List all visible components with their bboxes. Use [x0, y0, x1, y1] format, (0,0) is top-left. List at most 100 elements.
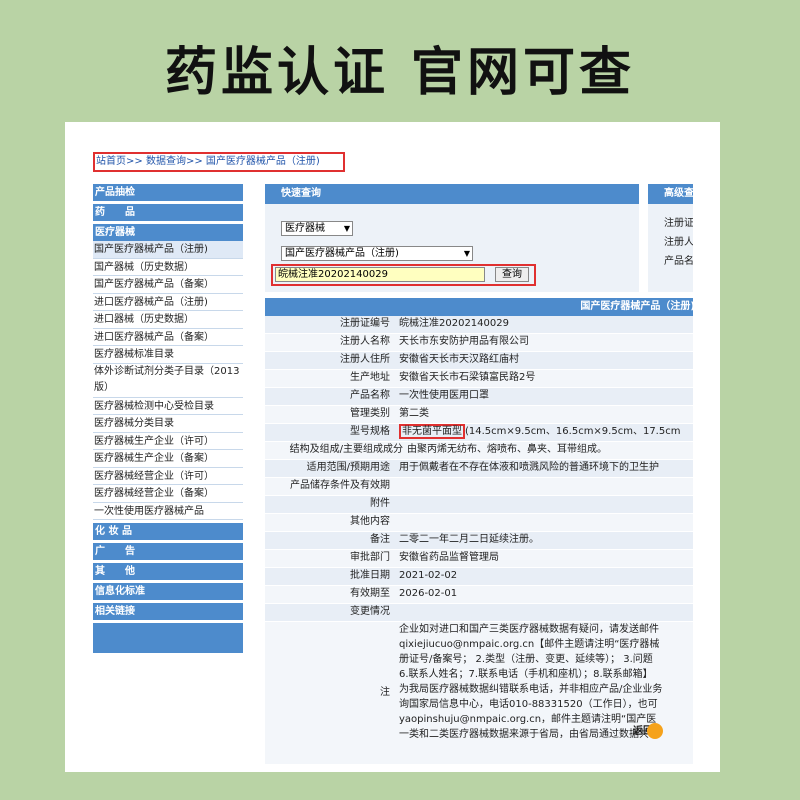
model-highlight: 非无菌平面型 — [399, 424, 465, 439]
detail-label: 产品储存条件及有效期 — [265, 478, 395, 495]
back-button[interactable]: 返回 — [625, 722, 663, 742]
detail-label: 注册人名称 — [265, 334, 395, 351]
quick-search-title: 快速查询 — [265, 184, 639, 204]
sidebar-item-distributor-license[interactable]: 医疗器械经营企业（许可） — [93, 468, 243, 485]
detail-value: 2021-02-02 — [395, 568, 693, 585]
detail-label: 注册人住所 — [265, 352, 395, 369]
sidebar-item-standards[interactable]: 医疗器械标准目录 — [93, 346, 243, 364]
sidebar-item-import-history[interactable]: 进口器械（历史数据） — [93, 311, 243, 329]
detail-row-production-address: 生产地址 安徽省天长市石梁镇富民路2号 — [265, 370, 693, 388]
advanced-field-label: 注册证 — [664, 218, 693, 229]
detail-label: 其他内容 — [265, 514, 395, 531]
detail-label: 型号规格 — [265, 424, 395, 441]
detail-row-changes: 变更情况 — [265, 604, 693, 622]
sidebar-section-ads[interactable]: 广 告 — [93, 543, 243, 560]
product-detail-table: 国产医疗器械产品（注册) 注册证编号 皖械注准20202140029 注册人名称天… — [265, 298, 693, 765]
detail-title: 国产医疗器械产品（注册) — [265, 298, 693, 316]
chevron-down-icon: ▼ — [463, 249, 470, 258]
detail-row-category: 管理类别 第二类 — [265, 406, 693, 424]
detail-value: 用于佩戴者在不存在体液和喷溅风险的普通环境下的卫生护 — [395, 460, 693, 477]
browser-viewport: 站首页>> 数据查询>> 国产医疗器械产品（注册) 产品抽检 药 品 医疗器械 … — [93, 122, 693, 772]
sidebar-item-manufacturer-license[interactable]: 医疗器械生产企业（许可） — [93, 433, 243, 450]
detail-row-storage: 产品储存条件及有效期 — [265, 478, 693, 496]
sidebar-item-manufacturer-filed[interactable]: 医疗器械生产企业（备案） — [93, 450, 243, 468]
detail-row-registrant: 注册人名称 天长市东安防护用品有限公司 — [265, 334, 693, 352]
sidebar-item-ivd-catalog[interactable]: 体外诊断试剂分类子目录（2013版） — [93, 364, 243, 398]
detail-label: 备注 — [265, 532, 395, 549]
advanced-field-label: 注册人 — [664, 237, 693, 248]
sidebar-section-cosmetics[interactable]: 化 妆 品 — [93, 523, 243, 540]
sidebar-item-distributor-filed[interactable]: 医疗器械经营企业（备案） — [93, 485, 243, 503]
sidebar-section-links[interactable]: 相关链接 — [93, 603, 243, 620]
category-select[interactable]: 医疗器械 ▼ — [281, 221, 353, 236]
breadcrumb-separator: >> — [126, 156, 143, 167]
model-sizes: (14.5cm×9.5cm、16.5cm×9.5cm、17.5cm — [465, 426, 681, 437]
search-button[interactable]: 查询 — [495, 267, 529, 282]
detail-row-intended-use: 适用范围/预期用途 用于佩戴者在不存在体液和喷溅风险的普通环境下的卫生护 — [265, 460, 693, 478]
detail-row-remarks: 备注 二零二一年二月二日延续注册。 — [265, 532, 693, 550]
sidebar-item-test-center[interactable]: 医疗器械检测中心受检目录 — [93, 398, 243, 415]
screenshot-panel: 站首页>> 数据查询>> 国产医疗器械产品（注册) 产品抽检 药 品 医疗器械 … — [65, 122, 720, 772]
detail-row-note: 注 企业如对进口和国产三类医疗器械数据有疑问，请发送邮件 qixiejiucuo… — [265, 622, 693, 765]
breadcrumb-home[interactable]: 站首页 — [96, 156, 126, 167]
detail-value — [395, 604, 693, 621]
detail-value: 非无菌平面型 (14.5cm×9.5cm、16.5cm×9.5cm、17.5cm — [395, 424, 693, 441]
detail-label: 批准日期 — [265, 568, 395, 585]
detail-row-product-name: 产品名称 一次性使用医用口罩 — [265, 388, 693, 406]
detail-row-reg-no: 注册证编号 皖械注准20202140029 — [265, 316, 693, 334]
detail-row-approving-dept: 审批部门 安徽省药品监督管理局 — [265, 550, 693, 568]
sidebar-section-devices[interactable]: 医疗器械 — [93, 224, 243, 241]
note-text: 企业如对进口和国产三类医疗器械数据有疑问，请发送邮件 qixiejiucuo@n… — [395, 622, 693, 764]
detail-label: 结构及组成/主要组成成分 — [265, 442, 403, 459]
sidebar-item-domestic-registered[interactable]: 国产医疗器械产品（注册) — [93, 241, 243, 259]
sidebar-section-drugs[interactable]: 药 品 — [93, 204, 243, 221]
sidebar-item-domestic-filed[interactable]: 国产医疗器械产品（备案） — [93, 276, 243, 294]
chevron-down-icon: ▼ — [343, 224, 350, 233]
note-line: 6.联系人姓名；7.联系电话（手机和座机）；8.联系邮箱】 — [399, 669, 653, 680]
sidebar-item-classification[interactable]: 医疗器械分类目录 — [93, 415, 243, 433]
detail-row-valid-until: 有效期至 2026-02-01 — [265, 586, 693, 604]
detail-value — [395, 496, 693, 513]
detail-row-other: 其他内容 — [265, 514, 693, 532]
sidebar-section-other[interactable]: 其 他 — [93, 563, 243, 580]
sidebar-item-domestic-history[interactable]: 国产器械（历史数据） — [93, 259, 243, 276]
note-line: 为我局医疗器械数据纠错联系电话，并非相应产品/企业业务 — [399, 684, 663, 695]
note-line: qixiejiucuo@nmpaic.org.cn【邮件主题请注明“医疗器械 — [399, 639, 660, 650]
detail-value: 天长市东安防护用品有限公司 — [395, 334, 693, 351]
advanced-search-body: 注册证 注册人 产品名 — [648, 204, 693, 292]
sidebar: 产品抽检 药 品 医疗器械 国产医疗器械产品（注册) 国产器械（历史数据） 国产… — [93, 184, 243, 653]
category-select-value: 医疗器械 — [285, 223, 325, 234]
detail-row-attachment: 附件 — [265, 496, 693, 514]
advanced-search-panel: 高级查 注册证 注册人 产品名 — [648, 184, 693, 292]
detail-label: 适用范围/预期用途 — [265, 460, 395, 477]
sidebar-item-disposable[interactable]: 一次性使用医疗器械产品 — [93, 503, 243, 520]
detail-value: 2026-02-01 — [395, 586, 693, 603]
sidebar-footer-fill — [93, 623, 243, 653]
product-type-select[interactable]: 国产医疗器械产品（注册) ▼ — [281, 246, 473, 261]
headline: 药监认证 官网可查 — [164, 43, 636, 103]
detail-value: 安徽省天长市天汉路红庙村 — [395, 352, 693, 369]
sidebar-item-import-filed[interactable]: 进口医疗器械产品（备案） — [93, 329, 243, 346]
sidebar-item-import-registered[interactable]: 进口医疗器械产品（注册) — [93, 294, 243, 311]
detail-value — [395, 478, 693, 495]
sidebar-section-sampling[interactable]: 产品抽检 — [93, 184, 243, 201]
note-line: 册证号/备案号； 2.类型（注册、变更、延续等）； 3.问题 — [399, 654, 653, 665]
detail-rows: 注册证编号 皖械注准20202140029 注册人名称 天长市东安防护用品有限公司 … — [265, 316, 693, 765]
sidebar-section-it-standards[interactable]: 信息化标准 — [93, 583, 243, 600]
detail-value: 第二类 — [395, 406, 693, 423]
detail-row-registrant-address: 注册人住所 安徽省天长市天汉路红庙村 — [265, 352, 693, 370]
detail-value: 由聚丙烯无纺布、熔喷布、鼻夹、耳带组成。 — [403, 442, 693, 459]
breadcrumb-query[interactable]: 数据查询 — [146, 156, 186, 167]
advanced-search-title: 高级查 — [648, 184, 693, 204]
search-input[interactable]: 皖械注准20202140029 — [275, 267, 485, 282]
detail-label: 有效期至 — [265, 586, 395, 603]
detail-label: 附件 — [265, 496, 395, 513]
detail-row-composition: 结构及组成/主要组成成分 由聚丙烯无纺布、熔喷布、鼻夹、耳带组成。 — [265, 442, 693, 460]
note-line: 询国家局信息中心，电话010-88331520（工作日），也可 — [399, 699, 658, 710]
detail-label: 注 — [265, 622, 395, 764]
detail-row-model: 型号规格 非无菌平面型 (14.5cm×9.5cm、16.5cm×9.5cm、17.… — [265, 424, 693, 442]
back-arrow-icon — [647, 723, 663, 739]
detail-value — [395, 514, 693, 531]
breadcrumb-separator: >> — [185, 156, 203, 167]
detail-label: 生产地址 — [265, 370, 395, 387]
